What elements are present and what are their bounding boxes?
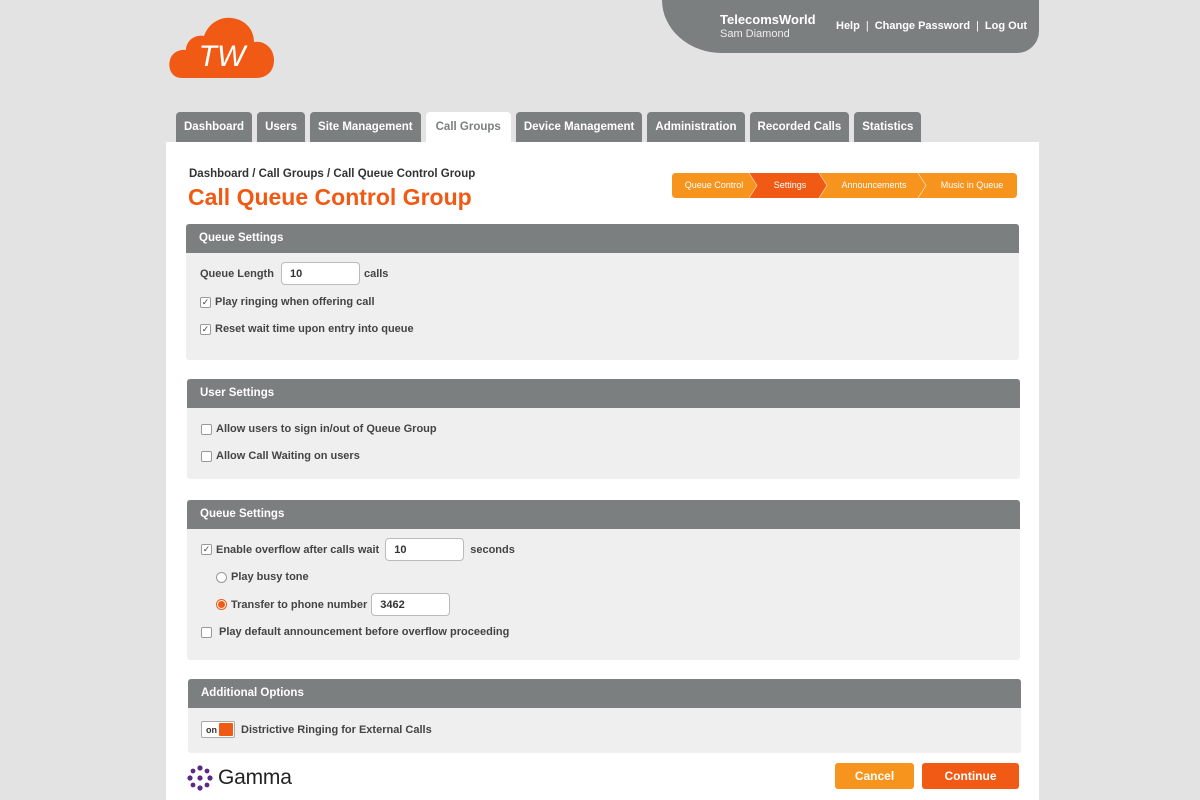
queue-length-label: Queue Length (200, 267, 274, 280)
queue-length-unit: calls (363, 267, 389, 280)
step-settings[interactable]: Settings (756, 173, 824, 198)
user-name: Sam Diamond (720, 28, 790, 40)
reset-wait-row: ✓ Reset wait time upon entry into queue (200, 323, 414, 335)
help-link[interactable]: Help (836, 20, 860, 32)
user-settings-section: User Settings Allow users to sign in/out… (187, 379, 1020, 479)
organization-name: TelecomsWorld (720, 12, 816, 27)
continue-button[interactable]: Continue (922, 763, 1019, 789)
allow-sign-in-checkbox[interactable] (201, 423, 212, 435)
section-header: Queue Settings (187, 500, 1020, 529)
allow-sign-in-row: Allow users to sign in/out of Queue Grou… (201, 423, 437, 435)
cancel-button[interactable]: Cancel (835, 763, 914, 789)
queue-settings-section: Queue Settings Queue Length calls ✓ Play… (186, 224, 1019, 360)
telecomsworld-logo[interactable]: TW (168, 16, 276, 80)
link-separator: | (976, 20, 979, 32)
main-tabs: Dashboard Users Site Management Call Gro… (176, 112, 922, 142)
breadcrumb: Dashboard / Call Groups / Call Queue Con… (189, 168, 476, 180)
section-header: Queue Settings (186, 224, 1019, 253)
log-out-link[interactable]: Log Out (985, 20, 1027, 32)
overflow-settings-section: Queue Settings ✓ Enable overflow after c… (187, 500, 1020, 660)
change-password-link[interactable]: Change Password (875, 20, 970, 32)
enable-overflow-label: Enable overflow after calls wait (216, 543, 380, 556)
tab-call-groups[interactable]: Call Groups (425, 112, 511, 142)
transfer-number-input[interactable] (371, 593, 451, 616)
queue-length-row: Queue Length calls (200, 262, 388, 285)
toggle-state-text: on (206, 724, 217, 735)
tab-administration[interactable]: Administration (647, 112, 745, 142)
main-panel: Dashboard / Call Groups / Call Queue Con… (166, 142, 1039, 800)
default-announcement-label: Play default announcement before overflo… (219, 626, 510, 638)
allow-sign-in-label: Allow users to sign in/out of Queue Grou… (216, 423, 437, 435)
section-header: User Settings (187, 379, 1020, 408)
gamma-dots-icon (187, 765, 213, 791)
step-indicator: Queue Control Settings Announcements Mus… (672, 173, 1017, 198)
transfer-row: Transfer to phone number (216, 593, 451, 616)
distinctive-ringing-toggle[interactable]: on (201, 721, 235, 738)
tab-statistics[interactable]: Statistics (854, 112, 922, 142)
overflow-seconds-input[interactable] (385, 538, 465, 561)
user-bar: TelecomsWorld Sam Diamond Help | Change Pa… (662, 0, 1039, 53)
distinctive-ringing-label: Districtive Ringing for External Calls (241, 723, 432, 736)
allow-call-waiting-checkbox[interactable] (201, 450, 212, 462)
enable-overflow-checkbox[interactable]: ✓ (201, 544, 212, 555)
allow-call-waiting-label: Allow Call Waiting on users (216, 450, 360, 462)
cloud-logo-icon: TW (169, 17, 274, 79)
queue-length-input[interactable] (280, 262, 360, 285)
tab-device-management[interactable]: Device Management (515, 112, 643, 142)
play-ringing-checkbox[interactable]: ✓ (200, 296, 211, 308)
busy-tone-radio[interactable] (216, 571, 227, 583)
user-links: Help | Change Password | Log Out (836, 20, 1027, 32)
gamma-logo: Gamma (187, 765, 292, 791)
step-announcements[interactable]: Announcements (827, 173, 921, 198)
section-header: Additional Options (188, 679, 1021, 708)
link-separator: | (865, 20, 869, 32)
tab-recorded-calls[interactable]: Recorded Calls (749, 112, 850, 142)
step-music-in-queue[interactable]: Music in Queue (926, 173, 1018, 198)
default-announcement-checkbox[interactable] (201, 626, 212, 638)
busy-tone-row: Play busy tone (216, 571, 309, 583)
busy-tone-label: Play busy tone (231, 571, 309, 583)
tab-dashboard[interactable]: Dashboard (176, 112, 253, 142)
overflow-seconds-unit: seconds (470, 543, 515, 556)
toggle-knob (219, 723, 233, 736)
gamma-wordmark: Gamma (218, 766, 292, 789)
allow-call-waiting-row: Allow Call Waiting on users (201, 450, 360, 462)
distinctive-ringing-row: on Districtive Ringing for External Call… (201, 721, 432, 738)
logo-text: TW (199, 40, 248, 73)
play-ringing-row: ✓ Play ringing when offering call (200, 296, 375, 308)
default-announcement-row: Play default announcement before overflo… (201, 626, 509, 638)
enable-overflow-row: ✓ Enable overflow after calls wait secon… (201, 538, 515, 561)
transfer-label: Transfer to phone number (231, 598, 368, 611)
page-title: Call Queue Control Group (188, 184, 472, 210)
transfer-radio[interactable] (216, 599, 227, 610)
tab-users[interactable]: Users (257, 112, 306, 142)
reset-wait-label: Reset wait time upon entry into queue (215, 323, 414, 335)
play-ringing-label: Play ringing when offering call (215, 296, 375, 308)
reset-wait-checkbox[interactable]: ✓ (200, 323, 211, 335)
tab-site-management[interactable]: Site Management (310, 112, 421, 142)
step-queue-control[interactable]: Queue Control (672, 173, 756, 198)
additional-options-section: Additional Options on Districtive Ringin… (188, 679, 1021, 753)
